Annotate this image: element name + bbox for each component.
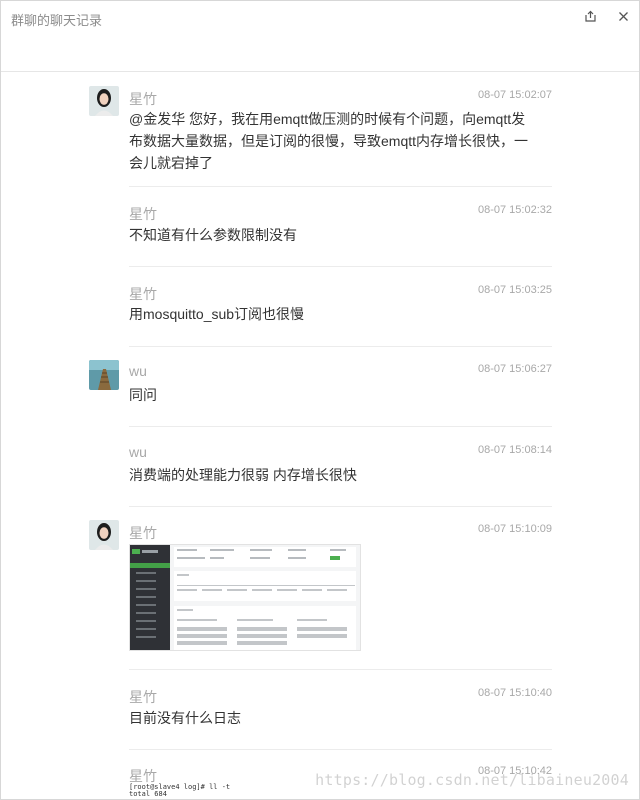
message-time: 08-07 15:02:07	[477, 89, 552, 101]
message-text: 不知道有什么参数限制没有	[129, 227, 297, 243]
sender-name: 星竹	[129, 91, 157, 107]
dashboard-screenshot-image[interactable]	[129, 544, 361, 651]
sender-name: 星竹	[129, 286, 157, 302]
message-text: @金发华 您好，我在用emqtt做压测的时候有个问题，向emqtt发布数据大量数…	[129, 111, 529, 171]
message-time: 08-07 15:10:09	[477, 523, 552, 535]
terminal-line: total 684	[129, 790, 167, 798]
message-divider	[129, 669, 552, 670]
message-divider	[129, 506, 552, 507]
message-time: 08-07 15:06:27	[477, 363, 552, 375]
message-divider	[129, 749, 552, 750]
message-divider	[129, 266, 552, 267]
message-time: 08-07 15:10:40	[477, 687, 552, 699]
close-icon[interactable]	[614, 7, 632, 25]
message-divider	[129, 186, 552, 187]
watermark: https://blog.csdn.net/libaineu2004	[315, 771, 629, 789]
share-icon[interactable]	[581, 7, 599, 25]
message-text: 同问	[129, 387, 157, 403]
avatar[interactable]	[89, 520, 119, 550]
message-divider	[129, 426, 552, 427]
chat-history-window: 群聊的聊天记录 星竹 08-07 15:02:07 @金发华 您好，我在用emq…	[0, 0, 640, 800]
sender-name: 星竹	[129, 525, 157, 541]
avatar[interactable]	[89, 86, 119, 116]
message-text: 用mosquitto_sub订阅也很慢	[129, 306, 305, 322]
message-text: 目前没有什么日志	[129, 710, 241, 726]
message-time: 08-07 15:03:25	[477, 284, 552, 296]
sender-name: 星竹	[129, 206, 157, 222]
message-divider	[129, 346, 552, 347]
sender-name: wu	[129, 444, 147, 460]
message-time: 08-07 15:02:32	[477, 204, 552, 216]
window-title: 群聊的聊天记录	[11, 13, 103, 28]
avatar[interactable]	[89, 360, 119, 390]
message-text: 消费端的处理能力很弱 内存增长很快	[129, 467, 357, 483]
titlebar: 群聊的聊天记录	[1, 1, 639, 72]
sender-name: wu	[129, 363, 147, 379]
sender-name: 星竹	[129, 689, 157, 705]
message-time: 08-07 15:08:14	[477, 444, 552, 456]
